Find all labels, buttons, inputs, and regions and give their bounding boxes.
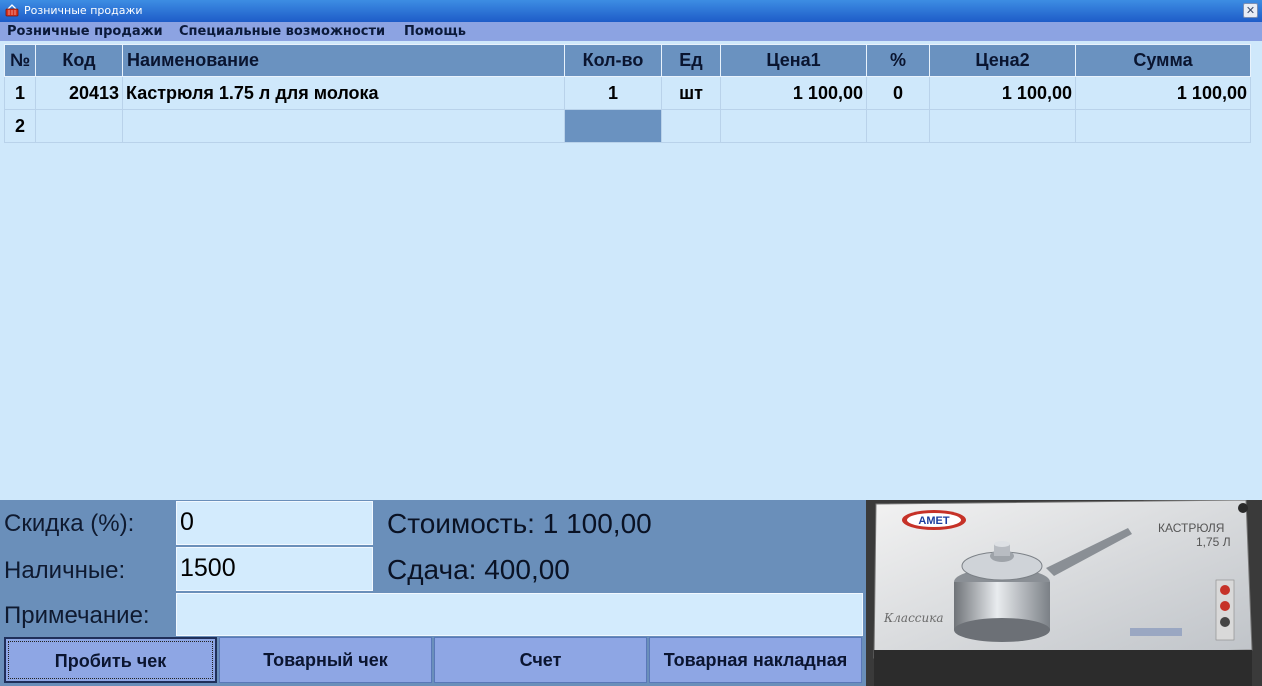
box-volume: 1,75 Л: [1196, 535, 1231, 549]
cell-price1[interactable]: 1 100,00: [720, 76, 867, 110]
change-amount: Сдача: 400,00: [387, 554, 570, 585]
table-row[interactable]: 1 20413 Кастрюля 1.75 л для молока 1 шт …: [4, 76, 1251, 110]
saucepan-box-image: АМЕТ КАСТРЮЛЯ 1,75 Л Классика: [866, 500, 1262, 686]
product-photo: АМЕТ КАСТРЮЛЯ 1,75 Л Классика: [866, 500, 1262, 686]
menu-retail-sales[interactable]: Розничные продажи: [7, 24, 163, 39]
cell-unit[interactable]: шт: [661, 76, 721, 110]
cell-price1[interactable]: [720, 109, 867, 143]
col-header-price2[interactable]: Цена2: [929, 44, 1076, 77]
basket-icon: [5, 4, 19, 17]
sales-grid[interactable]: № Код Наименование Кол-во Ед Цена1 % Цен…: [4, 44, 1258, 499]
cell-name[interactable]: [122, 109, 565, 143]
cell-sum[interactable]: 1 100,00: [1075, 76, 1251, 110]
cell-qty-selected[interactable]: [564, 109, 662, 143]
table-header-row: № Код Наименование Кол-во Ед Цена1 % Цен…: [4, 44, 1251, 77]
cell-sum[interactable]: [1075, 109, 1251, 143]
menu-bar: Розничные продажи Специальные возможност…: [0, 22, 1262, 41]
cell-name[interactable]: Кастрюля 1.75 л для молока: [122, 76, 565, 110]
sales-receipt-button[interactable]: Товарный чек: [219, 637, 432, 683]
col-header-code[interactable]: Код: [35, 44, 123, 77]
cash-label: Наличные:: [4, 557, 126, 584]
cell-code[interactable]: 20413: [35, 76, 123, 110]
invoice-button[interactable]: Счет: [434, 637, 647, 683]
brand-logo: АМЕТ: [918, 515, 949, 527]
print-receipt-button[interactable]: Пробить чек: [4, 637, 217, 683]
title-bar: Розничные продажи ✕: [0, 0, 1262, 22]
col-header-unit[interactable]: Ед: [661, 44, 721, 77]
discount-label: Скидка (%):: [4, 510, 135, 537]
col-header-price1[interactable]: Цена1: [720, 44, 867, 77]
cell-percent[interactable]: 0: [866, 76, 930, 110]
col-header-name[interactable]: Наименование: [122, 44, 565, 77]
totals-box: Стоимость: 1 100,00 Сдача: 400,00: [375, 500, 863, 592]
cell-number[interactable]: 1: [4, 76, 36, 110]
note-label: Примечание:: [4, 602, 150, 629]
sales-table: № Код Наименование Кол-во Ед Цена1 % Цен…: [4, 44, 1251, 143]
delivery-note-button[interactable]: Товарная накладная: [649, 637, 862, 683]
table-row[interactable]: 2: [4, 109, 1251, 143]
cell-price2[interactable]: 1 100,00: [929, 76, 1076, 110]
col-header-qty[interactable]: Кол-во: [564, 44, 662, 77]
discount-input[interactable]: 0: [176, 501, 373, 545]
cash-input[interactable]: 1500: [176, 547, 373, 591]
note-input[interactable]: [176, 593, 863, 636]
box-script-text: Классика: [883, 611, 944, 625]
total-cost: Стоимость: 1 100,00: [387, 508, 652, 539]
box-label: КАСТРЮЛЯ: [1158, 521, 1224, 535]
menu-accessibility[interactable]: Специальные возможности: [179, 24, 385, 39]
menu-help[interactable]: Помощь: [404, 24, 466, 39]
cell-price2[interactable]: [929, 109, 1076, 143]
col-header-sum[interactable]: Сумма: [1075, 44, 1251, 77]
close-icon[interactable]: ✕: [1243, 3, 1258, 18]
cell-code[interactable]: [35, 109, 123, 143]
window-title: Розничные продажи: [24, 4, 143, 17]
cell-qty[interactable]: 1: [564, 76, 662, 110]
col-header-percent[interactable]: %: [866, 44, 930, 77]
cell-number[interactable]: 2: [4, 109, 36, 143]
cell-percent[interactable]: [866, 109, 930, 143]
cell-unit[interactable]: [661, 109, 721, 143]
col-header-number[interactable]: №: [4, 44, 36, 77]
